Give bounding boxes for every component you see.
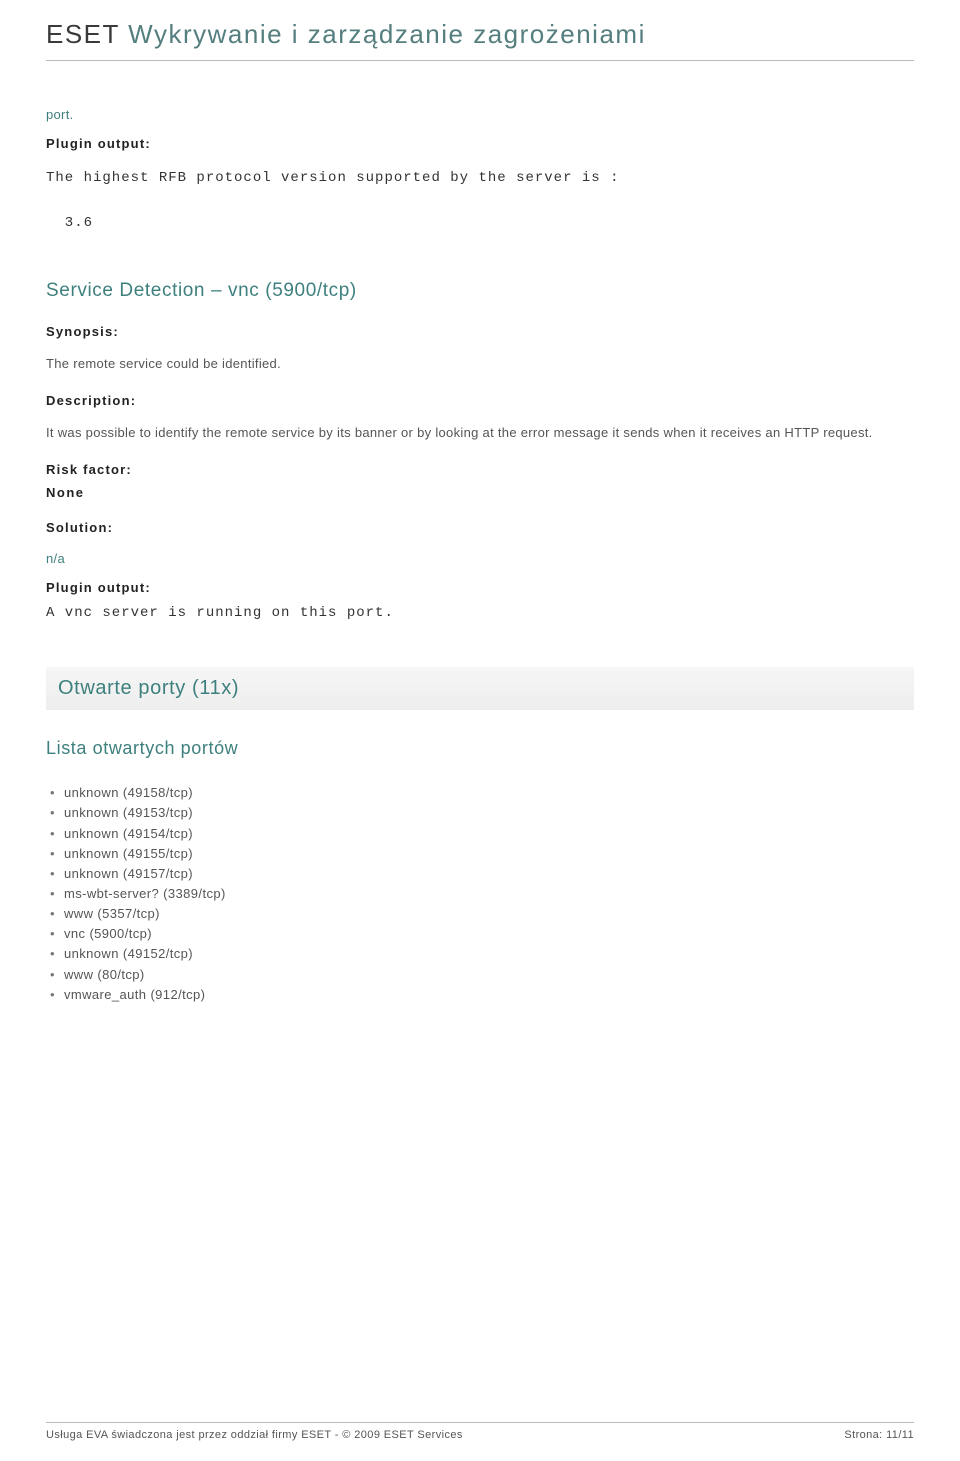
open-ports-list-heading: Lista otwartych portów [46,738,914,759]
synopsis-label: Synopsis: [46,324,914,339]
list-item: www (80/tcp) [50,965,914,985]
header-divider [46,60,914,61]
risk-factor-value: None [46,485,914,500]
list-item: vmware_auth (912/tcp) [50,985,914,1005]
solution-text: n/a [46,551,914,566]
list-item: ms-wbt-server? (3389/tcp) [50,884,914,904]
risk-factor-label: Risk factor: [46,462,914,477]
list-item: www (5357/tcp) [50,904,914,924]
description-text: It was possible to identify the remote s… [46,424,914,442]
description-label: Description: [46,393,914,408]
plugin-output-text-2: A vnc server is running on this port. [46,605,914,621]
list-item: unknown (49157/tcp) [50,864,914,884]
list-item: unknown (49154/tcp) [50,824,914,844]
open-ports-banner: Otwarte porty (11x) [46,667,914,710]
list-item: vnc (5900/tcp) [50,924,914,944]
list-item: unknown (49153/tcp) [50,803,914,823]
plugin-output-label-1: Plugin output: [46,136,914,151]
service-detection-heading: Service Detection – vnc (5900/tcp) [46,280,914,302]
port-label: port. [46,107,914,122]
list-item: unknown (49155/tcp) [50,844,914,864]
footer-right: Strona: 11/11 [844,1429,914,1441]
plugin-output-line1: The highest RFB protocol version support… [46,170,619,186]
open-ports-list: unknown (49158/tcp) unknown (49153/tcp) … [46,783,914,1005]
plugin-output-line2: 3.6 [46,215,93,231]
footer-left: Usługa EVA świadczona jest przez oddział… [46,1429,463,1441]
page-footer: Usługa EVA świadczona jest przez oddział… [46,1422,914,1441]
plugin-output-label-2: Plugin output: [46,580,914,595]
list-item: unknown (49158/tcp) [50,783,914,803]
synopsis-text: The remote service could be identified. [46,355,914,373]
brand-name: ESET [46,19,119,49]
plugin-output-block-1: The highest RFB protocol version support… [46,167,914,234]
page-header: ESET Wykrywanie i zarządzanie zagrożenia… [46,18,914,52]
solution-label: Solution: [46,520,914,535]
footer-divider [46,1422,914,1423]
list-item: unknown (49152/tcp) [50,944,914,964]
header-subtitle: Wykrywanie i zarządzanie zagrożeniami [128,19,646,49]
